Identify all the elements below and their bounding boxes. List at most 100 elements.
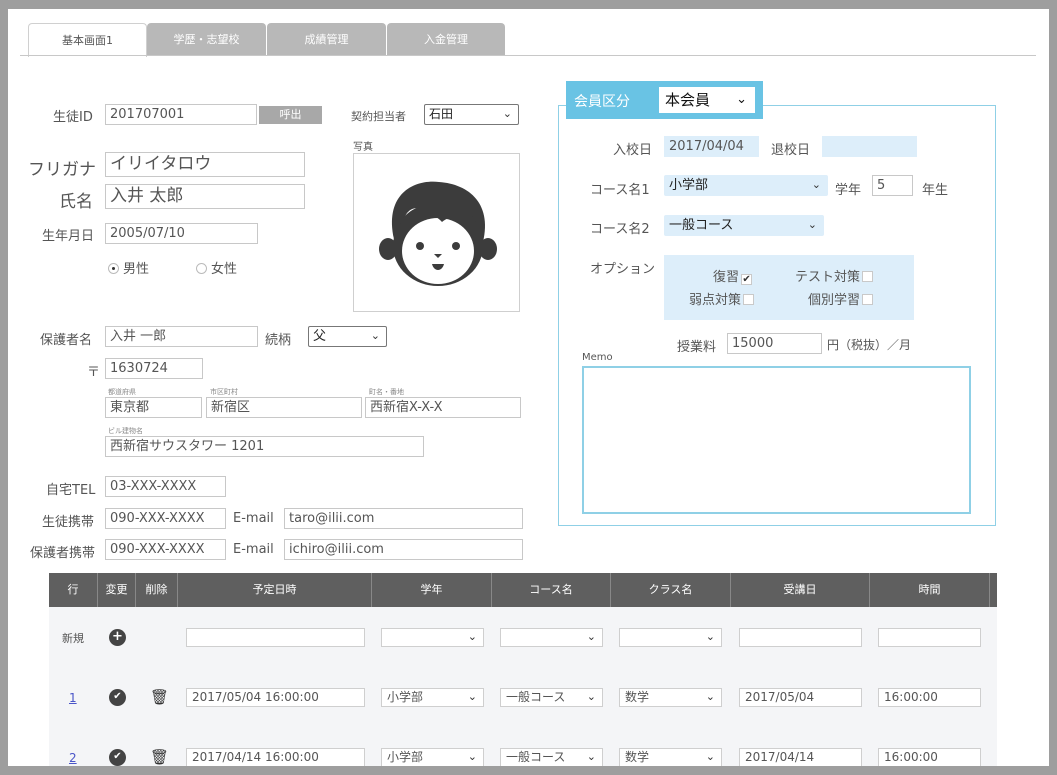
grade-label: 学年 (835, 183, 862, 198)
trash-icon[interactable]: 🗑 (150, 688, 169, 706)
guardian-mobile-field[interactable]: 090-XXX-XXXX (105, 539, 226, 560)
student-email-label: E-mail (233, 511, 274, 526)
tab-grades[interactable]: 成績管理 (267, 23, 386, 56)
col-course: コース名 (492, 573, 611, 607)
chevron-down-icon: ⌄ (705, 630, 715, 643)
membership-header: 会員区分 本会員 ⌄ (566, 81, 763, 119)
furigana-label: フリガナ (28, 160, 96, 180)
relation-select[interactable]: 父 ⌄ (308, 326, 387, 347)
guardian-name-label: 保護者名 (40, 333, 93, 348)
membership-select[interactable]: 本会員 ⌄ (659, 87, 755, 113)
trash-icon[interactable]: 🗑 (150, 748, 169, 766)
new-course-select[interactable]: ⌄ (500, 628, 603, 647)
row-time-field[interactable]: 16:00:00 (878, 688, 981, 707)
guardian-name-field[interactable]: 入井 一郎 (105, 326, 258, 347)
row-datetime-field[interactable]: 2017/05/04 16:00:00 (186, 688, 365, 707)
town-field[interactable]: 西新宿X-X-X (365, 397, 521, 418)
memo-label: Memo (582, 352, 613, 363)
name-field[interactable]: 入井 太郎 (105, 184, 305, 209)
gender-female-option[interactable]: 女性 (196, 258, 237, 277)
birthdate-label: 生年月日 (42, 229, 95, 244)
grade-field[interactable]: 5 (872, 175, 913, 196)
fee-label: 授業料 (677, 340, 717, 355)
row-number-link[interactable]: 1 (69, 691, 77, 705)
row-date-field[interactable]: 2017/05/04 (739, 688, 862, 707)
zip-label: 〒 (87, 365, 101, 380)
grid-header: 行 変更 削除 予定日時 学年 コース名 クラス名 受講日 時間 (49, 573, 997, 607)
row-class-select[interactable]: 数学 ⌄ (619, 688, 722, 707)
course2-label: コース名2 (590, 222, 650, 237)
leave-date-label: 退校日 (771, 143, 811, 158)
check-icon[interactable]: ✔ (109, 689, 126, 706)
new-class-select[interactable]: ⌄ (619, 628, 722, 647)
student-id-field[interactable]: 201707001 (105, 104, 257, 125)
fee-suffix: 円（税抜）／月 (827, 338, 912, 352)
new-date-field[interactable] (739, 628, 862, 647)
furigana-field[interactable]: イリイタロウ (105, 152, 305, 177)
new-time-field[interactable] (878, 628, 981, 647)
chevron-down-icon: ⌄ (586, 630, 596, 643)
building-label: ビル建物名 (108, 427, 143, 435)
guardian-mobile-label: 保護者携帯 (30, 546, 96, 561)
building-field[interactable]: 西新宿サウスタワー 1201 (105, 436, 424, 457)
prefecture-field[interactable]: 東京都 (105, 397, 202, 418)
option-weakness[interactable]: 弱点対策 (689, 289, 755, 308)
zip-field[interactable]: 1630724 (105, 358, 203, 379)
enroll-date-field[interactable]: 2017/04/04 (664, 136, 759, 157)
prefecture-label: 都道府県 (108, 388, 136, 396)
app-window: 基本画面1 学歴・志望校 成績管理 入金管理 生徒ID 201707001 呼出… (8, 9, 1049, 766)
checkbox-checked-icon: ✔ (741, 274, 753, 285)
tab-divider (20, 55, 1036, 56)
city-field[interactable]: 新宿区 (206, 397, 362, 418)
photo-frame[interactable] (353, 153, 520, 312)
chevron-down-icon: ⌄ (705, 690, 715, 703)
birthdate-field[interactable]: 2005/07/10 (105, 223, 258, 244)
row-grade-select[interactable]: 小学部 ⌄ (381, 748, 484, 766)
chevron-down-icon: ⌄ (807, 218, 817, 231)
tab-payments[interactable]: 入金管理 (387, 23, 505, 56)
add-icon[interactable]: + (109, 629, 126, 646)
new-grade-select[interactable]: ⌄ (381, 628, 484, 647)
home-tel-label: 自宅TEL (46, 483, 96, 498)
row-course-select[interactable]: 一般コース ⌄ (500, 748, 603, 766)
memo-textarea[interactable] (582, 366, 971, 514)
photo-label: 写真 (353, 142, 373, 153)
gender-male-option[interactable]: 男性 (108, 258, 149, 277)
student-mobile-field[interactable]: 090-XXX-XXXX (105, 508, 226, 529)
tab-basic[interactable]: 基本画面1 (28, 23, 147, 57)
col-date: 受講日 (731, 573, 870, 607)
chevron-down-icon: ⌄ (467, 750, 477, 763)
guardian-email-field[interactable]: ichiro@ilii.com (284, 539, 523, 560)
row-number-link[interactable]: 2 (69, 751, 77, 765)
call-button[interactable]: 呼出 (259, 106, 322, 124)
row-grade-select[interactable]: 小学部 ⌄ (381, 688, 484, 707)
chevron-down-icon: ⌄ (586, 690, 596, 703)
city-label: 市区町村 (210, 388, 238, 396)
new-row-label: 新規 (62, 632, 84, 645)
row-date-field[interactable]: 2017/04/14 (739, 748, 862, 766)
radio-selected-icon (108, 263, 119, 274)
contract-staff-select[interactable]: 石田 ⌄ (424, 104, 519, 125)
fee-field[interactable]: 15000 (727, 333, 822, 354)
row-course-select[interactable]: 一般コース ⌄ (500, 688, 603, 707)
new-datetime-field[interactable] (186, 628, 365, 647)
student-mobile-label: 生徒携帯 (42, 515, 95, 530)
membership-label: 会員区分 (574, 94, 630, 110)
grade-suffix: 年生 (922, 183, 949, 198)
col-delete: 削除 (136, 573, 178, 607)
option-review[interactable]: 復習 ✔ (713, 266, 753, 285)
check-icon[interactable]: ✔ (109, 749, 126, 766)
student-email-field[interactable]: taro@ilii.com (284, 508, 523, 529)
option-individual[interactable]: 個別学習 (808, 289, 874, 308)
chevron-down-icon: ⌄ (705, 750, 715, 763)
row-datetime-field[interactable]: 2017/04/14 16:00:00 (186, 748, 365, 766)
row-class-select[interactable]: 数学 ⌄ (619, 748, 722, 766)
course1-select[interactable]: 小学部 ⌄ (664, 175, 828, 196)
leave-date-field[interactable] (822, 136, 917, 157)
course2-select[interactable]: 一般コース ⌄ (664, 215, 824, 236)
guardian-email-label: E-mail (233, 542, 274, 557)
option-test-prep[interactable]: テスト対策 (795, 266, 874, 285)
home-tel-field[interactable]: 03-XXX-XXXX (105, 476, 226, 497)
tab-education[interactable]: 学歴・志望校 (147, 23, 266, 56)
row-time-field[interactable]: 16:00:00 (878, 748, 981, 766)
